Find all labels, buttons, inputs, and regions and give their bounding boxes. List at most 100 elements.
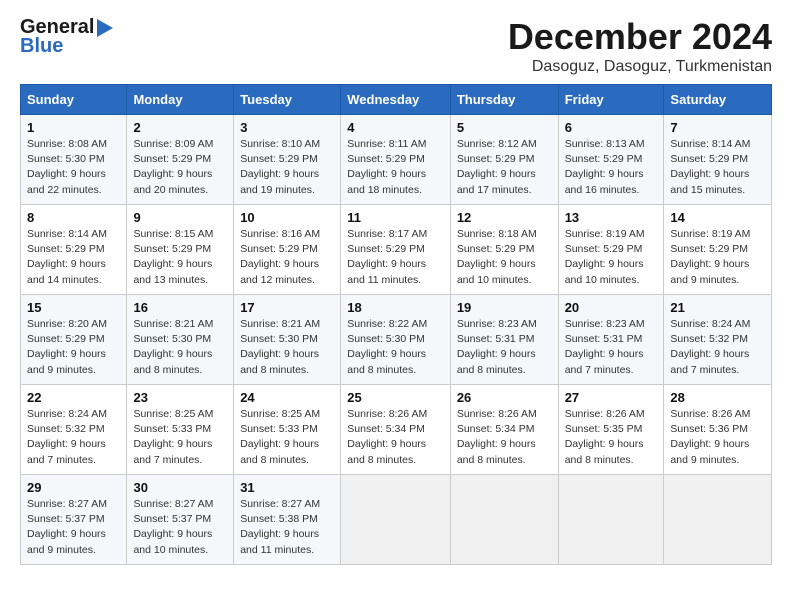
day-info: Sunrise: 8:26 AMSunset: 5:34 PMDaylight:… <box>347 407 444 468</box>
page-header: General Blue December 2024 Dasoguz, Daso… <box>20 16 772 76</box>
calendar-week-row: 29 Sunrise: 8:27 AMSunset: 5:37 PMDayligh… <box>21 475 772 565</box>
col-friday: Friday <box>558 85 664 115</box>
table-row <box>450 475 558 565</box>
calendar-week-row: 22 Sunrise: 8:24 AMSunset: 5:32 PMDayligh… <box>21 385 772 475</box>
day-number: 21 <box>670 300 765 315</box>
col-sunday: Sunday <box>21 85 127 115</box>
day-number: 20 <box>565 300 658 315</box>
table-row: 4 Sunrise: 8:11 AMSunset: 5:29 PMDaylight… <box>341 115 451 205</box>
day-info: Sunrise: 8:15 AMSunset: 5:29 PMDaylight:… <box>133 227 227 288</box>
day-number: 27 <box>565 390 658 405</box>
day-number: 25 <box>347 390 444 405</box>
day-number: 1 <box>27 120 120 135</box>
day-number: 30 <box>133 480 227 495</box>
table-row: 17Sunrise: 8:21 AMSunset: 5:30 PMDayligh… <box>234 295 341 385</box>
day-info: Sunrise: 8:21 AMSunset: 5:30 PMDaylight:… <box>133 317 227 378</box>
day-number: 11 <box>347 210 444 225</box>
day-number: 22 <box>27 390 120 405</box>
day-info: Sunrise: 8:11 AMSunset: 5:29 PMDaylight:… <box>347 137 444 198</box>
day-info: Sunrise: 8:18 AMSunset: 5:29 PMDaylight:… <box>457 227 552 288</box>
day-number: 10 <box>240 210 334 225</box>
table-row: 15Sunrise: 8:20 AMSunset: 5:29 PMDayligh… <box>21 295 127 385</box>
col-wednesday: Wednesday <box>341 85 451 115</box>
day-number: 4 <box>347 120 444 135</box>
calendar-title-area: December 2024 Dasoguz, Dasoguz, Turkmeni… <box>508 16 772 76</box>
calendar-week-row: 8 Sunrise: 8:14 AMSunset: 5:29 PMDaylight… <box>21 205 772 295</box>
table-row: 3Sunrise: 8:10 AMSunset: 5:29 PMDaylight… <box>234 115 341 205</box>
calendar-week-row: 1 Sunrise: 8:08 AMSunset: 5:30 PMDaylight… <box>21 115 772 205</box>
table-row: 5Sunrise: 8:12 AMSunset: 5:29 PMDaylight… <box>450 115 558 205</box>
table-row: 7 Sunrise: 8:14 AMSunset: 5:29 PMDaylight… <box>664 115 772 205</box>
calendar-table: Sunday Monday Tuesday Wednesday Thursday… <box>20 84 772 565</box>
table-row: 20Sunrise: 8:23 AMSunset: 5:31 PMDayligh… <box>558 295 664 385</box>
table-row: 26 Sunrise: 8:26 AMSunset: 5:34 PMDayligh… <box>450 385 558 475</box>
table-row: 30 Sunrise: 8:27 AMSunset: 5:37 PMDayligh… <box>127 475 234 565</box>
table-row: 25 Sunrise: 8:26 AMSunset: 5:34 PMDayligh… <box>341 385 451 475</box>
day-info: Sunrise: 8:10 AMSunset: 5:29 PMDaylight:… <box>240 137 334 198</box>
day-info: Sunrise: 8:12 AMSunset: 5:29 PMDaylight:… <box>457 137 552 198</box>
day-info: Sunrise: 8:14 AMSunset: 5:29 PMDaylight:… <box>670 137 765 198</box>
day-info: Sunrise: 8:08 AMSunset: 5:30 PMDaylight:… <box>27 137 120 198</box>
day-info: Sunrise: 8:27 AMSunset: 5:37 PMDaylight:… <box>133 497 227 558</box>
day-number: 28 <box>670 390 765 405</box>
table-row: 10 Sunrise: 8:16 AMSunset: 5:29 PMDayligh… <box>234 205 341 295</box>
table-row: 28 Sunrise: 8:26 AMSunset: 5:36 PMDayligh… <box>664 385 772 475</box>
table-row: 6 Sunrise: 8:13 AMSunset: 5:29 PMDaylight… <box>558 115 664 205</box>
logo: General Blue <box>20 16 113 58</box>
day-number: 9 <box>133 210 227 225</box>
day-info: Sunrise: 8:19 AMSunset: 5:29 PMDaylight:… <box>670 227 765 288</box>
day-number: 2 <box>133 120 227 135</box>
day-info: Sunrise: 8:20 AMSunset: 5:29 PMDaylight:… <box>27 317 120 378</box>
day-number: 6 <box>565 120 658 135</box>
calendar-header-row: Sunday Monday Tuesday Wednesday Thursday… <box>21 85 772 115</box>
day-info: Sunrise: 8:16 AMSunset: 5:29 PMDaylight:… <box>240 227 334 288</box>
table-row: 24 Sunrise: 8:25 AMSunset: 5:33 PMDayligh… <box>234 385 341 475</box>
day-number: 12 <box>457 210 552 225</box>
table-row: 12 Sunrise: 8:18 AMSunset: 5:29 PMDayligh… <box>450 205 558 295</box>
table-row: 16 Sunrise: 8:21 AMSunset: 5:30 PMDayligh… <box>127 295 234 385</box>
day-info: Sunrise: 8:24 AMSunset: 5:32 PMDaylight:… <box>27 407 120 468</box>
logo-blue: Blue <box>20 35 63 58</box>
day-info: Sunrise: 8:26 AMSunset: 5:35 PMDaylight:… <box>565 407 658 468</box>
table-row: 31Sunrise: 8:27 AMSunset: 5:38 PMDayligh… <box>234 475 341 565</box>
day-number: 23 <box>133 390 227 405</box>
day-info: Sunrise: 8:19 AMSunset: 5:29 PMDaylight:… <box>565 227 658 288</box>
table-row: 13 Sunrise: 8:19 AMSunset: 5:29 PMDayligh… <box>558 205 664 295</box>
day-number: 31 <box>240 480 334 495</box>
location-subtitle: Dasoguz, Dasoguz, Turkmenistan <box>508 58 772 76</box>
table-row: 9 Sunrise: 8:15 AMSunset: 5:29 PMDaylight… <box>127 205 234 295</box>
table-row: 23Sunrise: 8:25 AMSunset: 5:33 PMDayligh… <box>127 385 234 475</box>
day-info: Sunrise: 8:22 AMSunset: 5:30 PMDaylight:… <box>347 317 444 378</box>
day-info: Sunrise: 8:25 AMSunset: 5:33 PMDaylight:… <box>240 407 334 468</box>
day-info: Sunrise: 8:24 AMSunset: 5:32 PMDaylight:… <box>670 317 765 378</box>
month-title: December 2024 <box>508 16 772 58</box>
day-info: Sunrise: 8:13 AMSunset: 5:29 PMDaylight:… <box>565 137 658 198</box>
day-info: Sunrise: 8:21 AMSunset: 5:30 PMDaylight:… <box>240 317 334 378</box>
day-number: 24 <box>240 390 334 405</box>
day-info: Sunrise: 8:26 AMSunset: 5:36 PMDaylight:… <box>670 407 765 468</box>
table-row: 2Sunrise: 8:09 AMSunset: 5:29 PMDaylight… <box>127 115 234 205</box>
logo-arrow-icon <box>97 19 113 37</box>
table-row: 14Sunrise: 8:19 AMSunset: 5:29 PMDayligh… <box>664 205 772 295</box>
day-number: 16 <box>133 300 227 315</box>
table-row: 8 Sunrise: 8:14 AMSunset: 5:29 PMDaylight… <box>21 205 127 295</box>
day-number: 29 <box>27 480 120 495</box>
table-row: 22 Sunrise: 8:24 AMSunset: 5:32 PMDayligh… <box>21 385 127 475</box>
day-number: 7 <box>670 120 765 135</box>
table-row: 27 Sunrise: 8:26 AMSunset: 5:35 PMDayligh… <box>558 385 664 475</box>
col-saturday: Saturday <box>664 85 772 115</box>
day-number: 13 <box>565 210 658 225</box>
day-info: Sunrise: 8:23 AMSunset: 5:31 PMDaylight:… <box>457 317 552 378</box>
table-row <box>664 475 772 565</box>
day-number: 18 <box>347 300 444 315</box>
col-monday: Monday <box>127 85 234 115</box>
day-number: 19 <box>457 300 552 315</box>
table-row <box>341 475 451 565</box>
day-number: 26 <box>457 390 552 405</box>
table-row: 18 Sunrise: 8:22 AMSunset: 5:30 PMDayligh… <box>341 295 451 385</box>
day-info: Sunrise: 8:14 AMSunset: 5:29 PMDaylight:… <box>27 227 120 288</box>
day-info: Sunrise: 8:26 AMSunset: 5:34 PMDaylight:… <box>457 407 552 468</box>
table-row: 21 Sunrise: 8:24 AMSunset: 5:32 PMDayligh… <box>664 295 772 385</box>
table-row: 11Sunrise: 8:17 AMSunset: 5:29 PMDayligh… <box>341 205 451 295</box>
day-number: 8 <box>27 210 120 225</box>
